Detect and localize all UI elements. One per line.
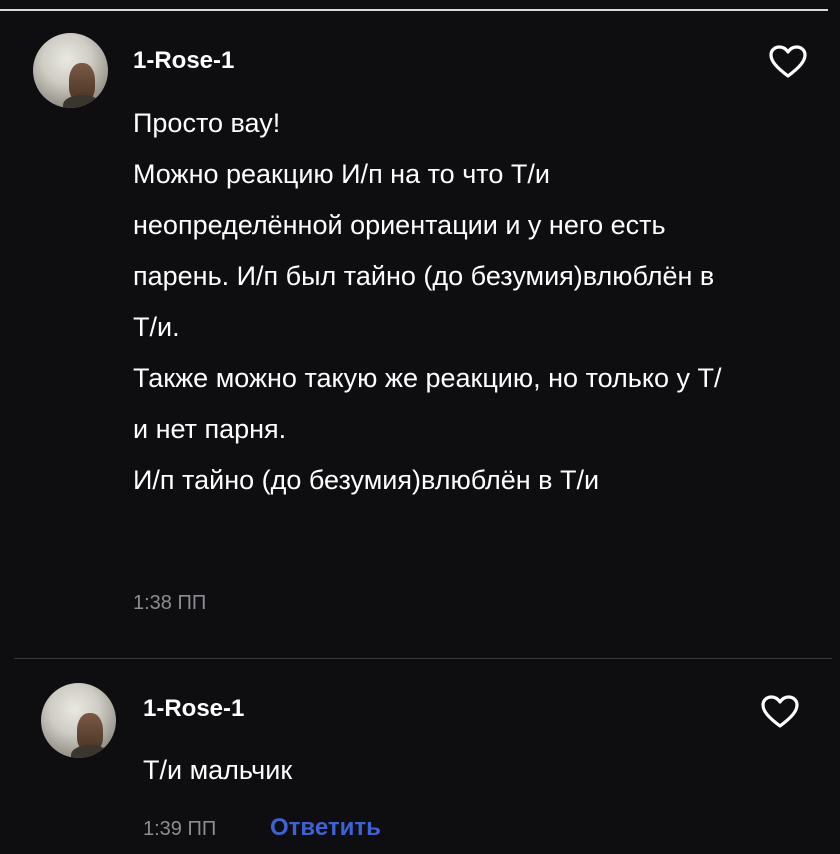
user-avatar[interactable] [41, 683, 116, 758]
heart-outline-icon[interactable] [760, 694, 800, 730]
reply-button[interactable]: Ответить [270, 814, 381, 842]
heart-outline-icon[interactable] [768, 44, 808, 80]
comment-timestamp: 1:39 ПП [143, 818, 217, 840]
comment-author[interactable]: 1-Rose-1 [143, 695, 244, 723]
comment-text: Т/и мальчик [143, 755, 293, 785]
comment-timestamp: 1:38 ПП [133, 592, 207, 614]
comment-author[interactable]: 1-Rose-1 [133, 47, 234, 75]
comment-text: Просто вау! Можно реакцию И/п на то что … [133, 108, 722, 495]
top-divider [0, 0, 828, 11]
user-avatar[interactable] [33, 33, 108, 108]
comment-divider [14, 658, 832, 659]
